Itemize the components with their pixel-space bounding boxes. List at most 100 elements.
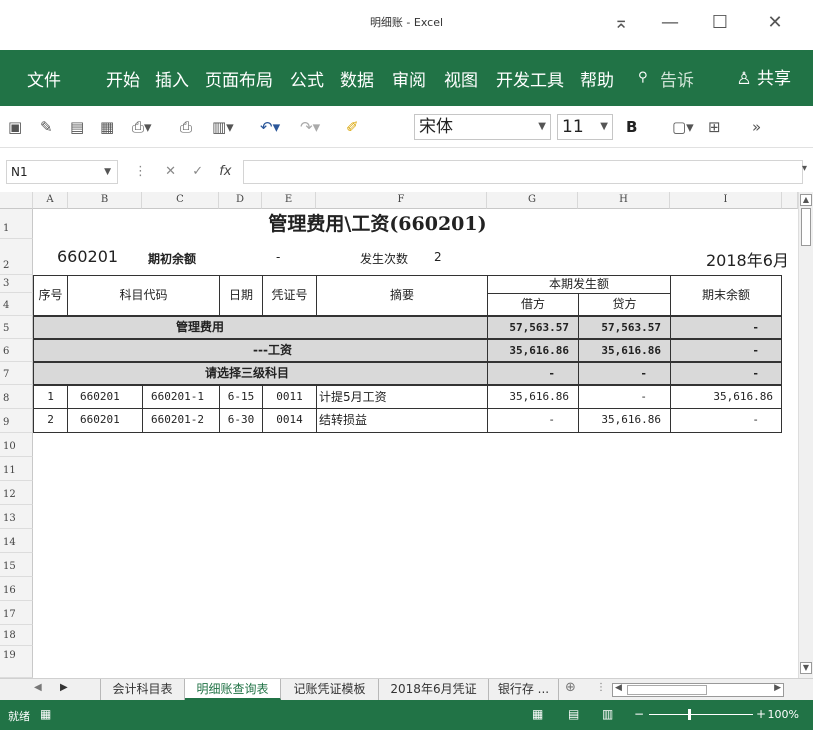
tab-file[interactable]: 文件: [0, 66, 88, 91]
add-sheet-icon[interactable]: ⊕: [565, 680, 576, 695]
detail-seq[interactable]: 2: [33, 408, 68, 433]
detail-date[interactable]: 6-30: [219, 408, 263, 433]
row-header-5[interactable]: 5: [0, 316, 33, 339]
row-header-6[interactable]: 6: [0, 339, 33, 362]
form-icon[interactable]: ▥▾: [212, 117, 234, 137]
name-box[interactable]: N1 ▼: [6, 160, 118, 184]
close-button[interactable]: ✕: [755, 10, 795, 36]
normal-view-icon[interactable]: ▦: [532, 707, 543, 721]
detail-code[interactable]: 660201: [67, 385, 143, 409]
tab-help[interactable]: 帮助: [580, 66, 614, 91]
enter-icon[interactable]: ✓: [192, 164, 203, 179]
zoom-slider[interactable]: [649, 714, 753, 715]
font-size-select[interactable]: 11 ▼: [557, 114, 613, 140]
detail-debit[interactable]: -: [487, 408, 579, 433]
save-icon[interactable]: ▣: [8, 117, 22, 137]
scroll-thumb[interactable]: [801, 208, 811, 246]
detail-summary[interactable]: 结转损益: [316, 408, 488, 433]
tab-developer[interactable]: 开发工具: [496, 66, 564, 91]
row-header-16[interactable]: 16: [0, 577, 33, 601]
formula-input[interactable]: [243, 160, 803, 184]
column-header-d[interactable]: D: [219, 192, 262, 209]
zoom-slider-knob[interactable]: [688, 709, 691, 720]
zoom-level[interactable]: 100%: [768, 708, 799, 721]
detail-code[interactable]: 660201: [67, 408, 143, 433]
h-scroll-thumb[interactable]: [627, 685, 707, 695]
minimize-button[interactable]: —: [650, 10, 690, 36]
tab-home[interactable]: 开始: [106, 66, 140, 91]
tab-insert[interactable]: 插入: [155, 66, 189, 91]
select-all-corner[interactable]: [0, 192, 33, 209]
row-header-18[interactable]: 18: [0, 625, 33, 646]
detail-credit[interactable]: -: [578, 385, 671, 409]
maximize-button[interactable]: ☐: [700, 10, 740, 36]
cancel-icon[interactable]: ✕: [165, 164, 176, 179]
sheet-icon[interactable]: ▦: [100, 117, 114, 137]
redo-icon[interactable]: ↷▾: [300, 117, 320, 137]
borders-icon[interactable]: ▢▾: [672, 117, 694, 137]
horizontal-scrollbar[interactable]: ◀ ▶: [612, 683, 784, 697]
sheet-tab-voucher-template[interactable]: 记账凭证模板: [281, 679, 379, 700]
print-preview-dropdown-icon[interactable]: ⎙▾: [132, 117, 152, 137]
zoom-out-icon[interactable]: −: [634, 707, 644, 721]
bold-button[interactable]: B: [626, 117, 637, 137]
column-header-i[interactable]: I: [670, 192, 782, 209]
scroll-up-icon[interactable]: ▲: [800, 194, 812, 206]
ribbon-display-options-icon[interactable]: ⌅: [601, 10, 641, 36]
row-header-4[interactable]: 4: [0, 293, 33, 316]
expand-formula-bar-icon[interactable]: ▾: [802, 163, 807, 174]
zoom-in-icon[interactable]: +: [756, 707, 766, 721]
column-header-f[interactable]: F: [316, 192, 487, 209]
row-header-10[interactable]: 10: [0, 433, 33, 457]
row-header-2[interactable]: 2: [0, 239, 33, 275]
tab-data[interactable]: 数据: [340, 66, 374, 91]
detail-debit[interactable]: 35,616.86: [487, 385, 579, 409]
row-header-9[interactable]: 9: [0, 409, 33, 433]
detail-sub-code[interactable]: 660201-2: [142, 408, 220, 433]
font-name-select[interactable]: 宋体 ▼: [414, 114, 551, 140]
tab-scroll-left-icon[interactable]: ◀: [34, 682, 42, 693]
detail-seq[interactable]: 1: [33, 385, 68, 409]
tab-scroll-right-icon[interactable]: ▶: [60, 682, 68, 693]
scroll-right-icon[interactable]: ▶: [774, 683, 781, 693]
detail-date[interactable]: 6-15: [219, 385, 263, 409]
edit-icon[interactable]: ✎: [40, 117, 53, 137]
tell-me-box[interactable]: 告诉: [660, 66, 694, 91]
tab-view[interactable]: 视图: [444, 66, 478, 91]
row-header-13[interactable]: 13: [0, 505, 33, 529]
tab-split-handle-icon[interactable]: ⋮: [596, 682, 606, 693]
sheet-tab-accounts[interactable]: 会计科目表: [101, 679, 185, 700]
column-header-a[interactable]: A: [33, 192, 68, 209]
scroll-left-icon[interactable]: ◀: [615, 683, 622, 693]
row-header-7[interactable]: 7: [0, 362, 33, 385]
row-header-3[interactable]: 3: [0, 275, 33, 293]
detail-voucher[interactable]: 0011: [262, 385, 317, 409]
detail-credit[interactable]: 35,616.86: [578, 408, 671, 433]
print-preview-icon[interactable]: ▤: [70, 117, 84, 137]
row-header-14[interactable]: 14: [0, 529, 33, 553]
column-header-c[interactable]: C: [142, 192, 219, 209]
row-header-15[interactable]: 15: [0, 553, 33, 577]
share-button[interactable]: ♙ 共享: [736, 64, 791, 89]
detail-voucher[interactable]: 0014: [262, 408, 317, 433]
column-header-h[interactable]: H: [578, 192, 670, 209]
sheet-tab-bank[interactable]: 银行存 ...: [489, 679, 559, 700]
row-header-19[interactable]: 19: [0, 646, 33, 678]
row-header-12[interactable]: 12: [0, 481, 33, 505]
column-header-e[interactable]: E: [262, 192, 316, 209]
detail-summary[interactable]: 计提5月工资: [316, 385, 488, 409]
row-header-17[interactable]: 17: [0, 601, 33, 625]
insert-function-icon[interactable]: fx: [219, 164, 231, 179]
sheet-tab-ledger-query[interactable]: 明细账查询表: [185, 679, 281, 700]
column-header-g[interactable]: G: [487, 192, 578, 209]
detail-balance[interactable]: -: [670, 408, 782, 433]
scroll-down-icon[interactable]: ▼: [800, 662, 812, 674]
format-painter-icon[interactable]: ✐: [346, 117, 359, 137]
all-borders-icon[interactable]: ⊞: [708, 117, 721, 137]
row-header-11[interactable]: 11: [0, 457, 33, 481]
vertical-scrollbar[interactable]: ▲ ▼: [798, 192, 813, 678]
quick-print-icon[interactable]: ⎙: [180, 117, 192, 137]
column-header-b[interactable]: B: [68, 192, 142, 209]
macro-record-icon[interactable]: ▦: [40, 707, 51, 721]
page-break-view-icon[interactable]: ▥: [602, 707, 613, 721]
